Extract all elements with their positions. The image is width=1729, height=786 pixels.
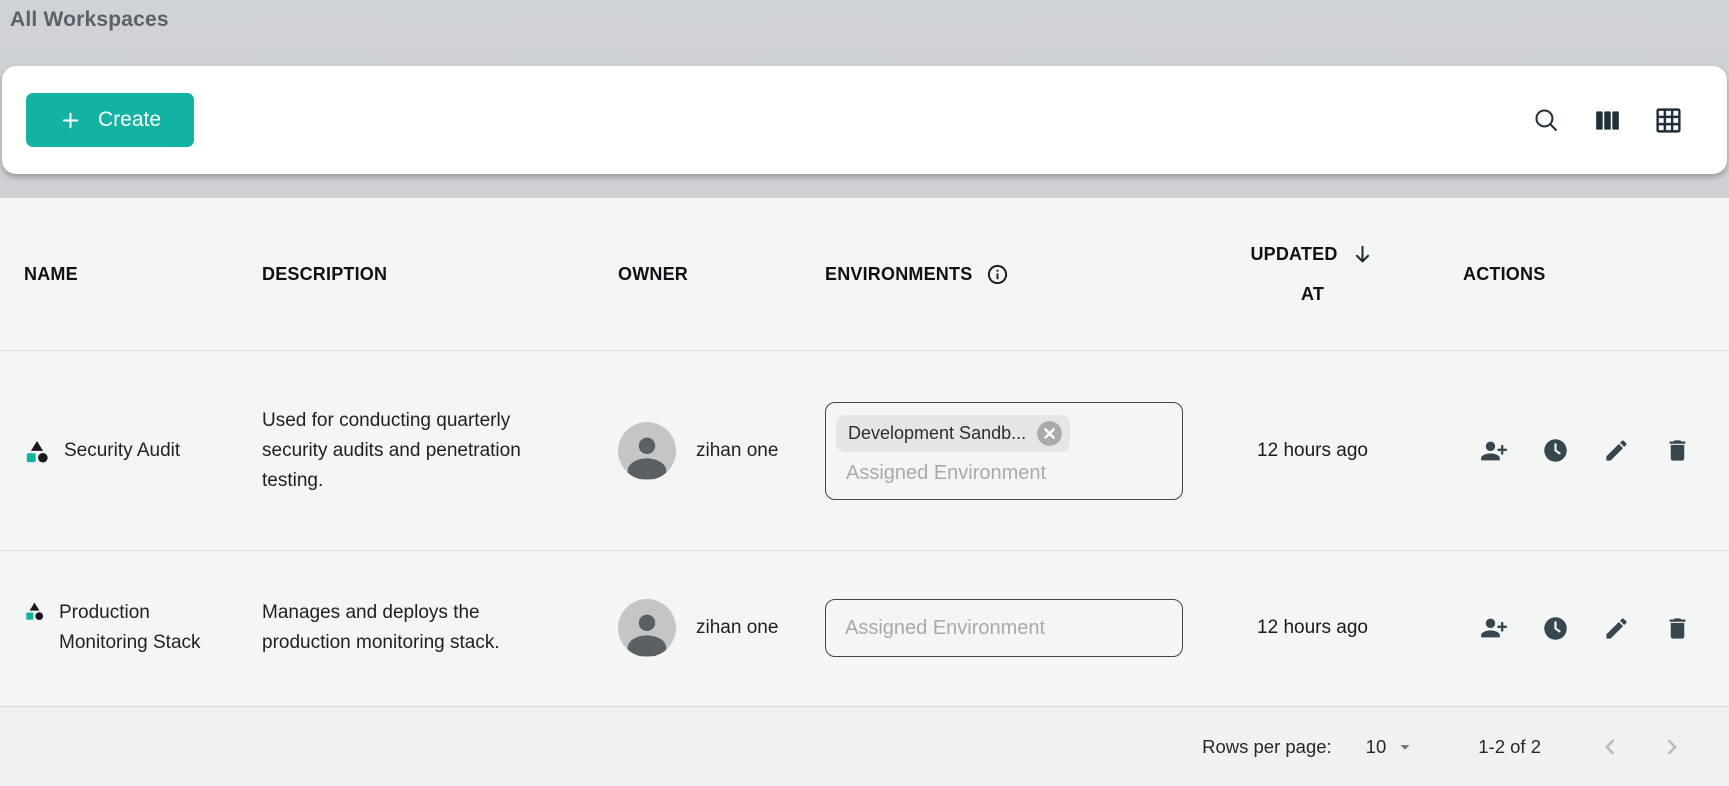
column-header-owner[interactable]: OWNER [618, 264, 825, 285]
environments-select[interactable]: Assigned Environment [825, 599, 1183, 657]
workspace-description: Used for conducting quarterly security a… [262, 406, 554, 496]
create-button-label: Create [98, 108, 161, 132]
add-user-button[interactable] [1480, 437, 1508, 465]
rows-per-page-label: Rows per page: [1202, 736, 1332, 758]
page-title: All Workspaces [0, 0, 1729, 32]
caret-down-icon [1394, 736, 1416, 758]
workspace-name: Security Audit [64, 436, 180, 466]
history-button[interactable] [1542, 615, 1569, 642]
workspace-name-cell: Security Audit [24, 436, 262, 466]
pagination-range: 1-2 of 2 [1478, 736, 1541, 758]
add-user-icon [1480, 614, 1508, 642]
chevron-right-icon [1659, 734, 1685, 760]
table-header-row: NAME DESCRIPTION OWNER ENVIRONMENTS UPDA… [0, 198, 1729, 350]
environments-cell: Assigned Environment [825, 599, 1200, 657]
workspace-name-cell: Production Monitoring Stack [24, 598, 262, 658]
environment-chip-label: Development Sandb... [848, 423, 1026, 444]
workspace-description: Manages and deploys the production monit… [262, 598, 554, 658]
chip-remove-button[interactable] [1036, 420, 1063, 447]
pagination-bar: Rows per page: 10 1-2 of 2 [0, 706, 1729, 786]
category-icon [24, 601, 45, 622]
edit-icon [1603, 615, 1630, 642]
environments-placeholder: Assigned Environment [846, 462, 1172, 485]
toolbar-icons [1532, 106, 1683, 135]
rows-per-page-value: 10 [1366, 736, 1387, 758]
owner-avatar [618, 599, 676, 657]
column-header-updated-at[interactable]: UPDATED AT [1200, 234, 1425, 314]
owner-cell: zihan one [618, 599, 825, 657]
owner-name: zihan one [696, 617, 778, 639]
column-header-actions: ACTIONS [1425, 264, 1729, 285]
create-button[interactable]: Create [26, 93, 194, 147]
environment-chip[interactable]: Development Sandb... [836, 415, 1070, 452]
delete-button[interactable] [1664, 615, 1691, 642]
edit-button[interactable] [1603, 437, 1630, 464]
table-row: Production Monitoring Stack Manages and … [0, 550, 1729, 705]
delete-button[interactable] [1664, 437, 1691, 464]
history-icon [1542, 437, 1569, 464]
delete-icon [1664, 615, 1691, 642]
add-user-icon [1480, 437, 1508, 465]
arrow-down-icon [1350, 242, 1375, 267]
person-icon [618, 603, 676, 657]
owner-cell: zihan one [618, 422, 825, 480]
delete-icon [1664, 437, 1691, 464]
workspaces-table: NAME DESCRIPTION OWNER ENVIRONMENTS UPDA… [0, 198, 1729, 786]
chevron-left-icon [1597, 734, 1623, 760]
environments-cell: Development Sandb... Assigned Environmen… [825, 402, 1200, 500]
columns-view-button[interactable] [1593, 106, 1622, 135]
close-icon [1036, 420, 1063, 447]
actions-cell [1425, 614, 1729, 642]
owner-avatar [618, 422, 676, 480]
columns-icon [1593, 106, 1622, 135]
environments-select[interactable]: Development Sandb... Assigned Environmen… [825, 402, 1183, 500]
toolbar-card: Create [2, 66, 1727, 174]
column-header-name[interactable]: NAME [24, 264, 262, 285]
prev-page-button[interactable] [1597, 734, 1623, 760]
category-icon [24, 439, 50, 465]
person-icon [618, 426, 676, 480]
actions-cell [1425, 437, 1729, 465]
grid-icon [1654, 106, 1683, 135]
history-button[interactable] [1542, 437, 1569, 464]
column-header-environments[interactable]: ENVIRONMENTS [825, 263, 1200, 286]
info-icon[interactable] [986, 263, 1009, 286]
next-page-button[interactable] [1659, 734, 1685, 760]
table-row: Security Audit Used for conducting quart… [0, 350, 1729, 550]
grid-view-button[interactable] [1654, 106, 1683, 135]
search-button[interactable] [1532, 106, 1561, 135]
add-user-button[interactable] [1480, 614, 1508, 642]
edit-icon [1603, 437, 1630, 464]
environments-placeholder: Assigned Environment [845, 617, 1045, 640]
column-header-description[interactable]: DESCRIPTION [262, 264, 618, 285]
updated-at: 12 hours ago [1200, 440, 1425, 462]
rows-per-page-select[interactable]: 10 [1366, 736, 1417, 758]
workspace-name: Production Monitoring Stack [59, 598, 234, 658]
history-icon [1542, 615, 1569, 642]
updated-at: 12 hours ago [1200, 617, 1425, 639]
owner-name: zihan one [696, 440, 778, 462]
search-icon [1532, 106, 1561, 135]
plus-icon [59, 109, 82, 132]
edit-button[interactable] [1603, 615, 1630, 642]
